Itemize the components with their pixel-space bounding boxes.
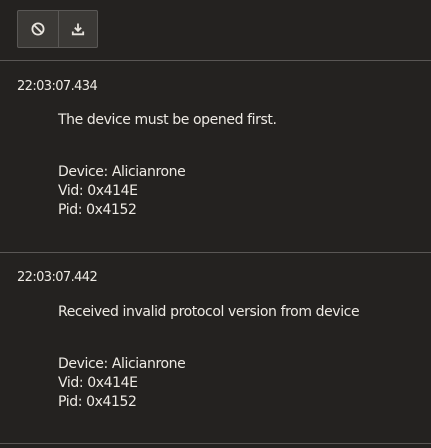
log-vid: Vid: 0x414E: [58, 183, 138, 199]
log-message: Received invalid protocol version from d…: [58, 304, 360, 320]
download-icon: [71, 22, 85, 36]
log-entry: 22:03:07.442 Received invalid protocol v…: [0, 253, 431, 443]
log-device: Device: Alicianrone: [58, 356, 186, 372]
toolbar-button-group: [17, 10, 98, 48]
log-entry: 22:03:07.434 The device must be opened f…: [0, 61, 431, 251]
divider: [0, 443, 431, 444]
toolbar: [0, 0, 431, 60]
log-device: Device: Alicianrone: [58, 164, 186, 180]
log-pid: Pid: 0x4152: [58, 202, 137, 218]
clear-log-button[interactable]: [18, 11, 58, 47]
log-message: The device must be opened first.: [58, 112, 277, 128]
log-pid: Pid: 0x4152: [58, 394, 137, 410]
clear-icon: [31, 22, 45, 36]
log-timestamp: 22:03:07.434: [17, 79, 98, 94]
download-log-button[interactable]: [57, 11, 98, 47]
log-vid: Vid: 0x414E: [58, 375, 138, 391]
log-timestamp: 22:03:07.442: [17, 270, 98, 285]
